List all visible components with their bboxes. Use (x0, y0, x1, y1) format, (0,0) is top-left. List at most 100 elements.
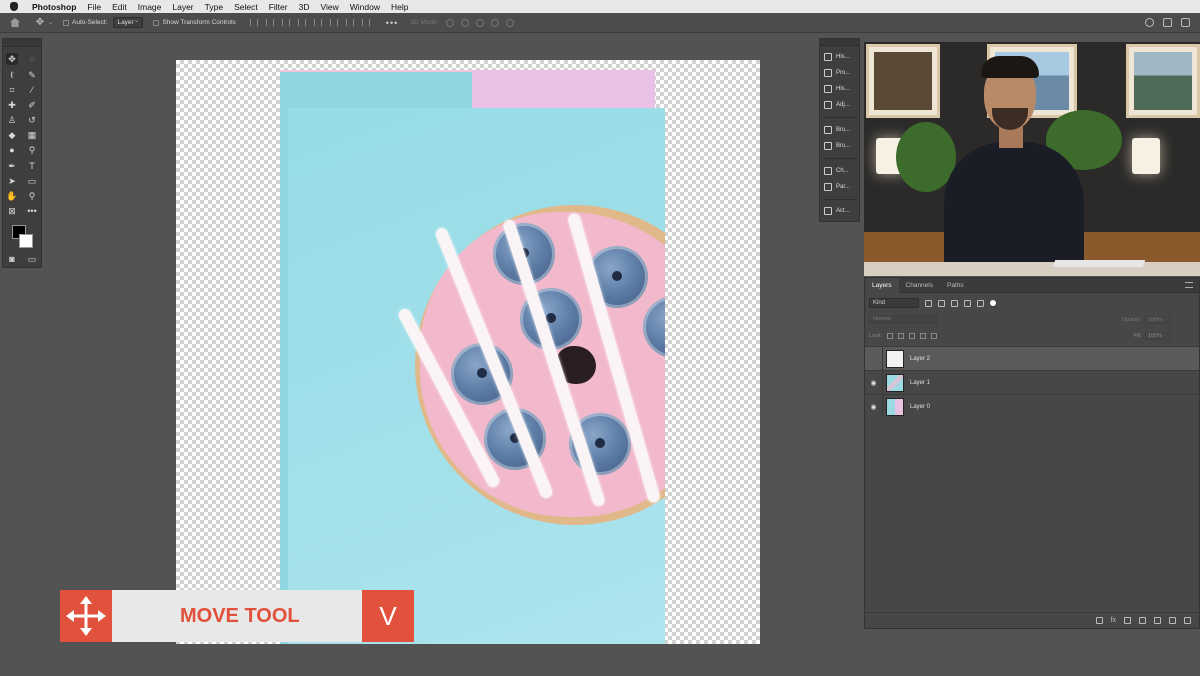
search-icon[interactable] (1145, 18, 1154, 27)
visibility-toggle[interactable] (865, 346, 883, 371)
new-group-icon[interactable] (1154, 617, 1161, 624)
move-tool-icon[interactable]: ✥ (6, 53, 18, 65)
panel-grip[interactable] (820, 39, 859, 46)
lock-artboard-icon[interactable] (920, 333, 927, 339)
blend-mode-dropdown[interactable]: Normal (869, 315, 937, 324)
menu-file[interactable]: File (87, 2, 101, 12)
dock-histogram[interactable]: His... (824, 83, 858, 95)
lasso-tool-icon[interactable]: ℓ (6, 69, 18, 81)
scale-icon[interactable] (506, 18, 515, 27)
filter-toggle-icon[interactable] (990, 300, 996, 306)
background-color-swatch[interactable] (19, 234, 33, 248)
adjustment-filter-icon[interactable] (938, 299, 945, 307)
move-tool-preset-icon[interactable]: ✥ (34, 17, 46, 29)
eyedropper-tool-icon[interactable]: ⁄ (26, 84, 38, 96)
pen-tool-icon[interactable]: ✒ (6, 160, 18, 172)
tab-layers[interactable]: Layers (865, 277, 899, 293)
dock-adjustments[interactable]: Adj... (824, 99, 858, 111)
kind-filter-dropdown[interactable]: Kind (869, 298, 919, 308)
hand-tool-icon[interactable]: ✋ (6, 190, 18, 202)
lock-all-icon[interactable] (931, 333, 938, 339)
shape-tool-icon[interactable]: ▭ (26, 175, 38, 187)
crop-tool-icon[interactable]: ⌗ (6, 84, 18, 96)
chevron-down-icon[interactable]: ⌄ (48, 19, 53, 26)
auto-select-dropdown[interactable]: Layer (113, 16, 144, 28)
visibility-toggle[interactable]: ◉ (865, 394, 883, 419)
apple-icon[interactable] (10, 2, 18, 11)
screen-mode-icon[interactable]: ▭ (26, 253, 38, 265)
menu-app[interactable]: Photoshop (32, 2, 76, 12)
slide-icon[interactable] (491, 18, 500, 27)
edit-toolbar-icon[interactable]: ••• (26, 205, 38, 217)
align-center-icon[interactable] (265, 19, 274, 26)
layer-row-layer-2[interactable]: Layer 2 (865, 346, 1199, 371)
menu-select[interactable]: Select (234, 2, 258, 12)
pixel-filter-icon[interactable] (925, 299, 932, 307)
dock-history[interactable]: His... (824, 51, 858, 63)
history-brush-tool-icon[interactable]: ↺ (26, 114, 38, 126)
menu-layer[interactable]: Layer (172, 2, 193, 12)
lock-pixels-icon[interactable] (898, 333, 905, 339)
zoom-tool-icon[interactable]: ⚲ (26, 190, 38, 202)
visibility-toggle[interactable]: ◉ (865, 370, 883, 395)
align-bottom-icon[interactable] (345, 19, 354, 26)
align-top-icon[interactable] (313, 19, 322, 26)
trash-icon[interactable] (1184, 617, 1191, 624)
new-adjustment-icon[interactable] (1139, 617, 1146, 624)
smart-object-filter-icon[interactable] (977, 299, 984, 307)
roll-icon[interactable] (461, 18, 470, 27)
workspace-icon[interactable] (1163, 18, 1172, 27)
dock-character[interactable]: Ch... (824, 165, 858, 177)
add-style-button[interactable]: fx (1111, 617, 1116, 624)
shape-filter-icon[interactable] (964, 299, 971, 307)
share-icon[interactable] (1181, 18, 1190, 27)
new-layer-icon[interactable] (1169, 617, 1176, 624)
tab-paths[interactable]: Paths (940, 278, 971, 293)
gradient-tool-icon[interactable]: ▦ (26, 129, 38, 141)
path-select-tool-icon[interactable]: ➤ (6, 175, 18, 187)
menu-filter[interactable]: Filter (269, 2, 288, 12)
dock-paragraph[interactable]: Par... (824, 181, 858, 193)
panel-grip[interactable] (3, 39, 41, 47)
menu-help[interactable]: Help (391, 2, 408, 12)
panel-menu-icon[interactable] (1185, 282, 1193, 288)
align-middle-icon[interactable] (329, 19, 338, 26)
quick-select-tool-icon[interactable]: ✎ (26, 69, 38, 81)
align-right-icon[interactable] (281, 19, 290, 26)
healing-tool-icon[interactable]: ✚ (6, 99, 18, 111)
menu-edit[interactable]: Edit (112, 2, 127, 12)
add-mask-icon[interactable] (1124, 617, 1131, 624)
distribute-icon[interactable] (297, 19, 306, 26)
distribute-vertical-icon[interactable] (361, 19, 370, 26)
frame-tool-icon[interactable]: ⊠ (6, 205, 18, 217)
stamp-tool-icon[interactable]: ♙ (6, 114, 18, 126)
dodge-tool-icon[interactable]: ⚲ (26, 144, 38, 156)
opacity-field[interactable]: 100% (1145, 315, 1171, 324)
fill-field[interactable]: 100% (1145, 332, 1171, 340)
quick-mask-icon[interactable]: ◙ (6, 253, 18, 265)
type-tool-icon[interactable]: T (26, 160, 38, 172)
type-filter-icon[interactable] (951, 299, 958, 307)
layer-row-layer-1[interactable]: ◉ Layer 1 (865, 370, 1199, 395)
eraser-tool-icon[interactable]: ◆ (6, 129, 18, 141)
blur-tool-icon[interactable]: ● (6, 144, 18, 156)
align-left-icon[interactable] (249, 19, 258, 26)
orbit-icon[interactable] (446, 18, 455, 27)
dock-brush-settings[interactable]: Bru... (824, 140, 858, 152)
layer-row-layer-0[interactable]: ◉ Layer 0 (865, 394, 1199, 419)
dock-brushes[interactable]: Bru... (824, 124, 858, 136)
dock-properties[interactable]: Pro... (824, 67, 858, 79)
marquee-tool-icon[interactable]: ◌ (26, 53, 38, 65)
menu-view[interactable]: View (320, 2, 338, 12)
dock-actions[interactable]: Act... (824, 205, 858, 217)
menu-type[interactable]: Type (205, 2, 223, 12)
auto-select-checkbox[interactable] (63, 19, 70, 26)
menu-3d[interactable]: 3D (299, 2, 310, 12)
menu-window[interactable]: Window (350, 2, 380, 12)
menu-image[interactable]: Image (138, 2, 162, 12)
more-options-button[interactable]: ••• (386, 18, 398, 28)
lock-position-icon[interactable] (909, 333, 916, 339)
pan-icon[interactable] (476, 18, 485, 27)
tab-channels[interactable]: Channels (899, 278, 940, 293)
home-icon[interactable] (10, 18, 20, 27)
